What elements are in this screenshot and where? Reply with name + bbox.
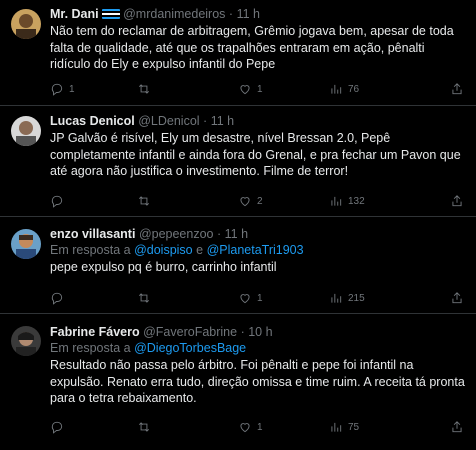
views-button[interactable]: 215 <box>329 289 365 307</box>
retweet-icon <box>139 422 149 432</box>
reply-button[interactable] <box>50 418 69 436</box>
reply-context: Em resposta a @DiegoTorbesBage <box>50 340 468 356</box>
views-button[interactable]: 75 <box>329 418 359 436</box>
like-icon <box>240 423 250 433</box>
avatar-image <box>11 9 41 39</box>
retweet-icon <box>139 293 149 303</box>
like-button[interactable]: 2 <box>238 192 263 210</box>
retweet-button[interactable] <box>137 418 156 436</box>
views-button[interactable]: 76 <box>329 80 359 98</box>
timestamp[interactable]: 11 h <box>211 114 234 128</box>
reply-button[interactable] <box>50 289 69 307</box>
share-icon <box>452 83 462 95</box>
tweet-4[interactable]: Fabrine Fávero @FaveroFabrine · 10 h Em … <box>0 314 476 450</box>
author-handle[interactable]: @mrdanimedeiros <box>123 7 225 21</box>
retweet-icon <box>139 196 149 206</box>
avatar-image <box>11 116 41 146</box>
separator: · <box>240 325 245 339</box>
tweet-actions: 1 1 76 <box>50 80 476 98</box>
tweet-header: Mr. Dani @mrdanimedeiros · 11 h <box>50 6 468 22</box>
like-icon <box>240 294 250 304</box>
avatar-image <box>11 229 41 259</box>
share-icon <box>452 195 462 207</box>
avatar[interactable] <box>11 326 41 356</box>
tweet-header: Fabrine Fávero @FaveroFabrine · 10 h <box>50 324 468 340</box>
tweet-text: Resultado não passa pelo árbitro. Foi pê… <box>50 358 465 405</box>
tweet-header: enzo villasanti @pepeenzoo · 11 h <box>50 226 468 242</box>
reply-count: 1 <box>69 83 75 95</box>
like-icon <box>240 197 250 207</box>
reply-context: Em resposta a @doispiso e @PlanetaTri190… <box>50 242 468 258</box>
author-name[interactable]: enzo villasanti <box>50 227 135 241</box>
timestamp[interactable]: 11 h <box>225 227 248 241</box>
views-count: 75 <box>348 421 360 433</box>
tweet-text: pepe expulso pq é burro, carrinho infant… <box>50 260 277 274</box>
retweet-button[interactable] <box>137 192 156 210</box>
views-icon <box>331 84 342 94</box>
reply-label: Em resposta a <box>50 243 131 257</box>
tweet-1[interactable]: Mr. Dani @mrdanimedeiros · 11 h Não tem … <box>0 0 476 106</box>
like-count: 2 <box>257 195 263 207</box>
author-name[interactable]: Lucas Denicol <box>50 114 135 128</box>
separator: · <box>203 114 208 128</box>
like-count: 1 <box>257 421 263 433</box>
views-count: 215 <box>348 292 365 304</box>
tweet-2[interactable]: Lucas Denicol @LDenicol · 11 h JP Galvão… <box>0 106 476 217</box>
views-count: 132 <box>348 195 365 207</box>
timestamp[interactable]: 11 h <box>237 7 260 21</box>
share-button[interactable] <box>450 418 464 436</box>
tweet-header: Lucas Denicol @LDenicol · 11 h <box>50 113 468 129</box>
retweet-button[interactable] <box>137 289 156 307</box>
avatar[interactable] <box>11 116 41 146</box>
separator: · <box>228 7 234 21</box>
share-button[interactable] <box>450 192 464 210</box>
avatar[interactable] <box>11 9 41 39</box>
views-icon <box>331 422 342 432</box>
share-button[interactable] <box>450 80 464 98</box>
like-button[interactable]: 1 <box>238 80 263 98</box>
reply-conjunction: e <box>196 243 204 257</box>
reply-icon <box>51 421 63 434</box>
reply-icon <box>51 292 63 305</box>
share-button[interactable] <box>450 289 464 307</box>
author-handle[interactable]: @FaveroFabrine <box>143 325 237 339</box>
share-icon <box>452 292 462 304</box>
reply-icon <box>51 83 63 96</box>
like-count: 1 <box>257 292 263 304</box>
avatar[interactable] <box>11 229 41 259</box>
author-name[interactable]: Fabrine Fávero <box>50 325 140 339</box>
reply-icon <box>51 195 63 208</box>
like-button[interactable]: 1 <box>238 418 263 436</box>
tweet-3[interactable]: enzo villasanti @pepeenzoo · 11 h Em res… <box>0 217 476 314</box>
views-count: 76 <box>348 83 360 95</box>
mention-link[interactable]: @PlanetaTri1903 <box>207 243 304 257</box>
flag-icon <box>101 9 120 19</box>
like-count: 1 <box>257 83 263 95</box>
separator: · <box>216 227 222 241</box>
timestamp[interactable]: 10 h <box>248 325 272 339</box>
author-name[interactable]: Mr. Dani <box>50 7 99 21</box>
retweet-button[interactable] <box>137 80 156 98</box>
views-icon <box>331 196 342 206</box>
tweet-text: JP Galvão é risível, Ely um desastre, ní… <box>50 131 461 178</box>
views-icon <box>331 293 342 303</box>
author-handle[interactable]: @LDenicol <box>138 114 199 128</box>
reply-button[interactable]: 1 <box>50 80 75 98</box>
tweet-actions: 2 132 <box>50 192 476 210</box>
retweet-icon <box>139 84 149 94</box>
like-icon <box>240 85 250 95</box>
share-icon <box>452 421 462 433</box>
author-handle[interactable]: @pepeenzoo <box>139 227 214 241</box>
views-button[interactable]: 132 <box>329 192 365 210</box>
tweet-actions: 1 75 <box>50 418 476 436</box>
avatar-image <box>11 326 41 356</box>
reply-button[interactable] <box>50 192 69 210</box>
reply-label: Em resposta a <box>50 341 131 355</box>
mention-link[interactable]: @DiegoTorbesBage <box>134 341 246 355</box>
tweet-actions: 1 215 <box>50 289 476 307</box>
tweet-text: Não tem do reclamar de arbitragem, Grêmi… <box>50 24 454 71</box>
like-button[interactable]: 1 <box>238 289 263 307</box>
mention-link[interactable]: @doispiso <box>134 243 193 257</box>
